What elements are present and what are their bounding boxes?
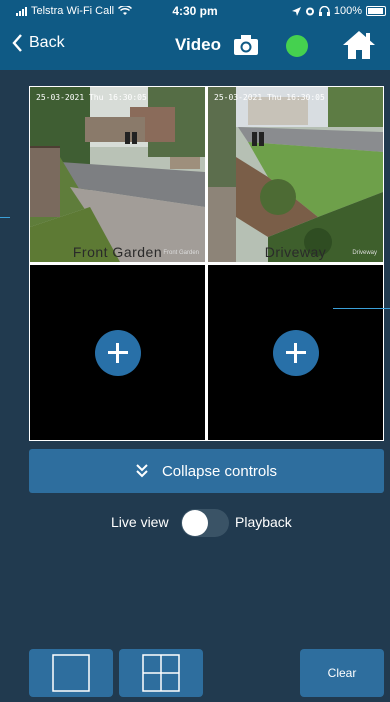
camera-label: Front Garden xyxy=(72,244,163,260)
battery-percent: 100% xyxy=(333,5,362,17)
chevron-left-icon xyxy=(12,34,22,52)
nav-bar: Back Video xyxy=(0,22,390,70)
quad-layout-icon xyxy=(142,654,180,692)
side-marker-right xyxy=(333,308,390,309)
status-right: 100% xyxy=(291,5,386,17)
home-icon[interactable] xyxy=(342,30,376,60)
add-camera-button[interactable] xyxy=(272,329,319,376)
camera-label: Driveway xyxy=(264,244,327,260)
add-camera-button[interactable] xyxy=(94,329,141,376)
front-garden-feed xyxy=(30,87,205,262)
page-title: Video xyxy=(175,35,221,54)
battery-icon xyxy=(366,6,386,16)
empty-camera-slot xyxy=(30,265,205,440)
status-bar: Telstra Wi-Fi Call 4:30 pm 100% xyxy=(0,0,390,22)
playback-toggle[interactable] xyxy=(181,509,229,537)
camera-tile-driveway[interactable]: 25-03-2021 Thu 16:30:05 Driveway Drivewa… xyxy=(208,87,383,262)
back-label: Back xyxy=(29,34,65,51)
playback-label: Playback xyxy=(235,514,292,530)
double-chevron-down-icon xyxy=(136,464,148,478)
side-marker-left xyxy=(0,217,10,218)
live-view-label: Live view xyxy=(111,514,169,530)
camera-timestamp: 25-03-2021 Thu 16:30:05 xyxy=(36,93,147,102)
location-icon xyxy=(291,6,301,16)
single-layout-button[interactable] xyxy=(29,649,113,697)
headphones-icon xyxy=(318,6,330,16)
empty-camera-slot xyxy=(208,265,383,440)
camera-timestamp: 25-03-2021 Thu 16:30:05 xyxy=(214,93,325,102)
toggle-knob xyxy=(182,510,208,536)
camera-icon[interactable] xyxy=(233,34,259,56)
quad-layout-button[interactable] xyxy=(119,649,203,697)
mode-row: Live view Playback xyxy=(0,509,390,537)
connection-status-dot xyxy=(286,35,308,57)
collapse-controls-button[interactable]: Collapse controls xyxy=(29,449,384,493)
collapse-label: Collapse controls xyxy=(161,462,278,480)
camera-grid: 25-03-2021 Thu 16:30:05 Front Garden Fro… xyxy=(29,86,384,441)
clear-button[interactable]: Clear xyxy=(300,649,384,697)
single-layout-icon xyxy=(52,654,90,692)
driveway-feed xyxy=(208,87,383,262)
camera-tile-front-garden[interactable]: 25-03-2021 Thu 16:30:05 Front Garden Fro… xyxy=(30,87,205,262)
back-button[interactable]: Back xyxy=(12,34,65,52)
alarm-icon xyxy=(305,7,314,16)
